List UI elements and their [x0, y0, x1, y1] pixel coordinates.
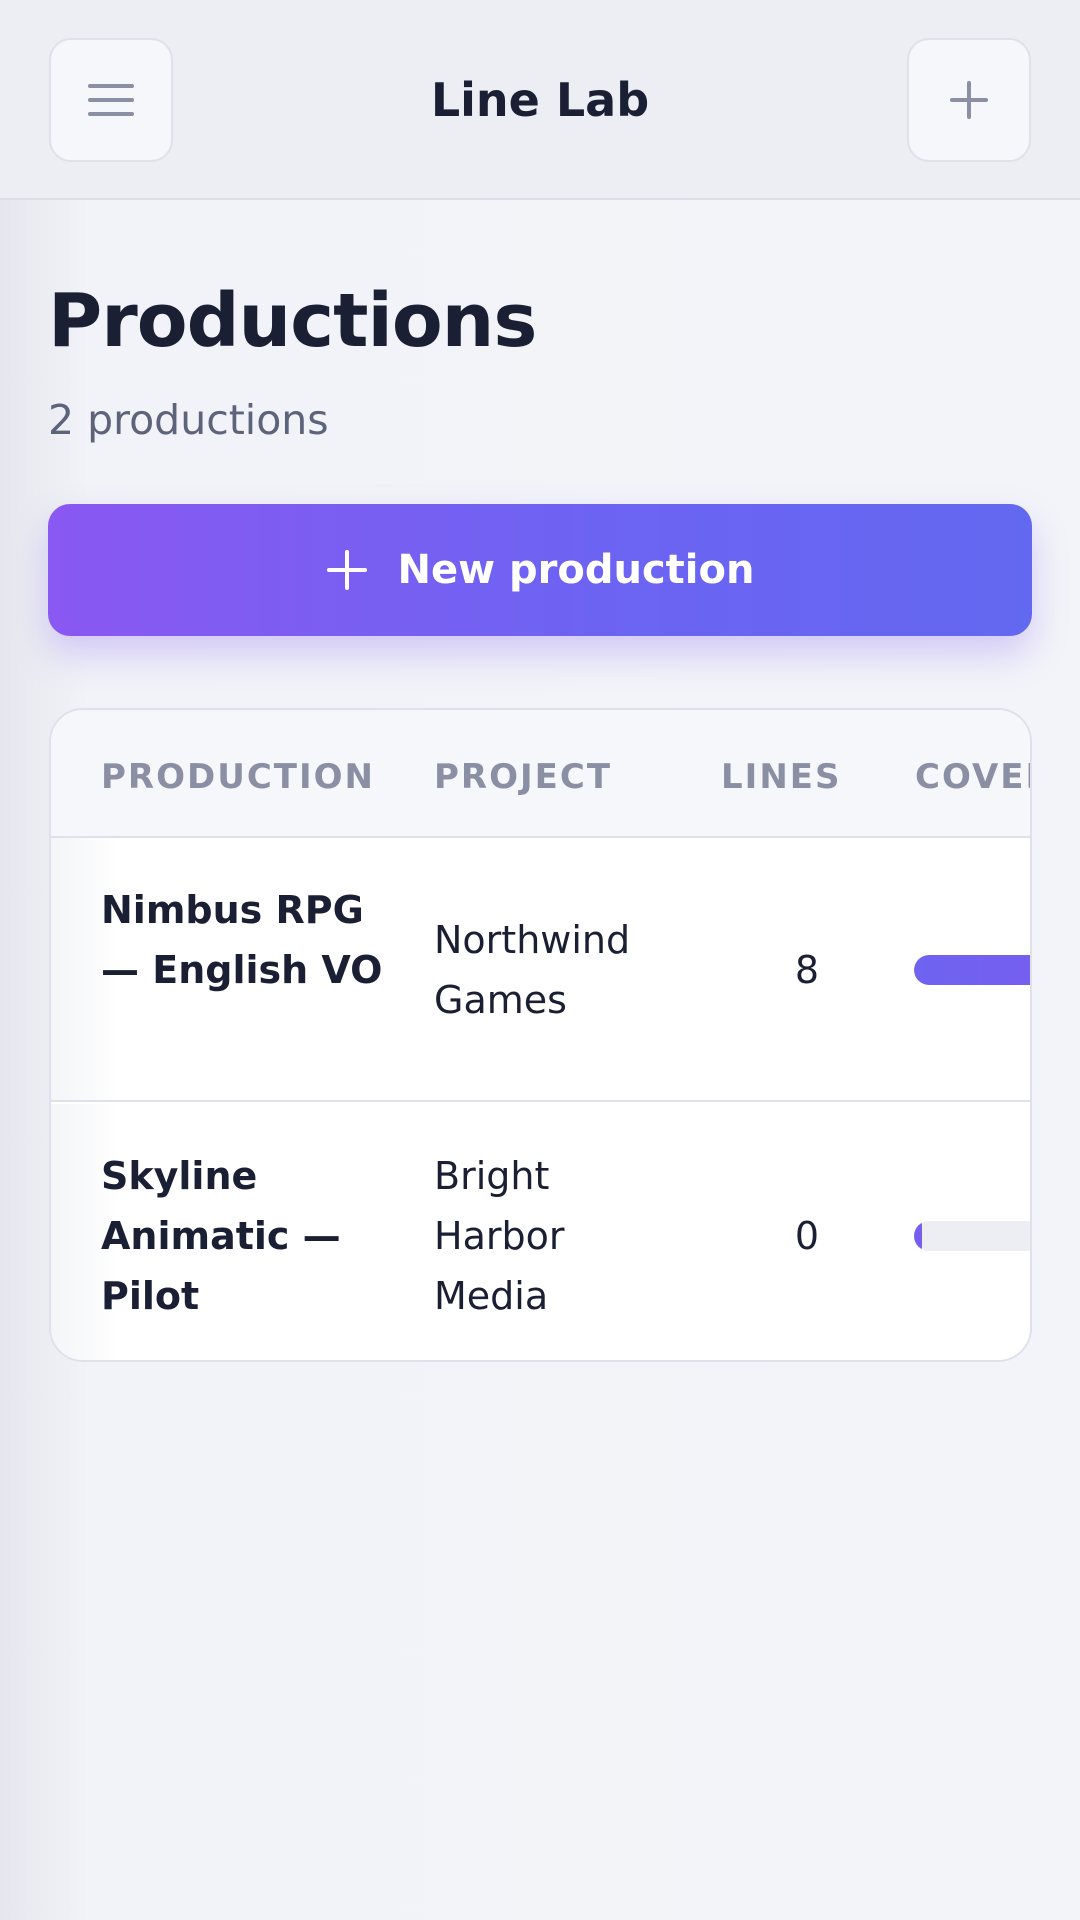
top-app-bar: Line Lab — [0, 0, 1080, 200]
productions-table: PRODUCTION PROJECT LINES COVER Nimbus RP… — [49, 708, 1032, 1362]
table-row[interactable]: Skyline Animatic — Pilot Bright Harbor M… — [51, 1104, 1030, 1360]
production-name[interactable]: Nimbus RPG — English VO — [101, 880, 391, 1000]
column-header-lines[interactable]: LINES — [721, 757, 841, 797]
menu-button[interactable] — [49, 38, 173, 162]
project-name: Bright Harbor Media — [434, 1154, 565, 1318]
lines-count: 8 — [794, 948, 819, 992]
new-production-label: New production — [397, 547, 755, 593]
coverage-bar-fill — [914, 955, 1030, 985]
project-name: Northwind Games — [434, 918, 631, 1022]
productions-count: 2 productions — [48, 396, 329, 444]
column-header-production[interactable]: PRODUCTION — [101, 757, 375, 797]
new-production-button[interactable]: New production — [48, 504, 1032, 636]
add-button[interactable] — [907, 38, 1031, 162]
coverage-bar — [914, 1221, 1030, 1251]
column-header-coverage[interactable]: COVER — [915, 757, 1030, 797]
lines-count: 0 — [794, 1214, 819, 1258]
app-screen: Line Lab Productions 2 productions New p… — [0, 0, 1080, 1920]
table-header: PRODUCTION PROJECT LINES COVER — [51, 710, 1030, 838]
page-title: Productions — [48, 278, 537, 364]
column-header-project[interactable]: PROJECT — [434, 757, 612, 797]
coverage-bar — [914, 955, 1030, 985]
menu-icon — [88, 84, 134, 116]
table-row[interactable]: Nimbus RPG — English VO Northwind Games … — [51, 838, 1030, 1102]
coverage-bar-fill — [914, 1221, 922, 1251]
plus-icon — [326, 550, 367, 590]
production-name[interactable]: Skyline Animatic — Pilot — [101, 1146, 391, 1326]
plus-icon — [950, 81, 988, 119]
